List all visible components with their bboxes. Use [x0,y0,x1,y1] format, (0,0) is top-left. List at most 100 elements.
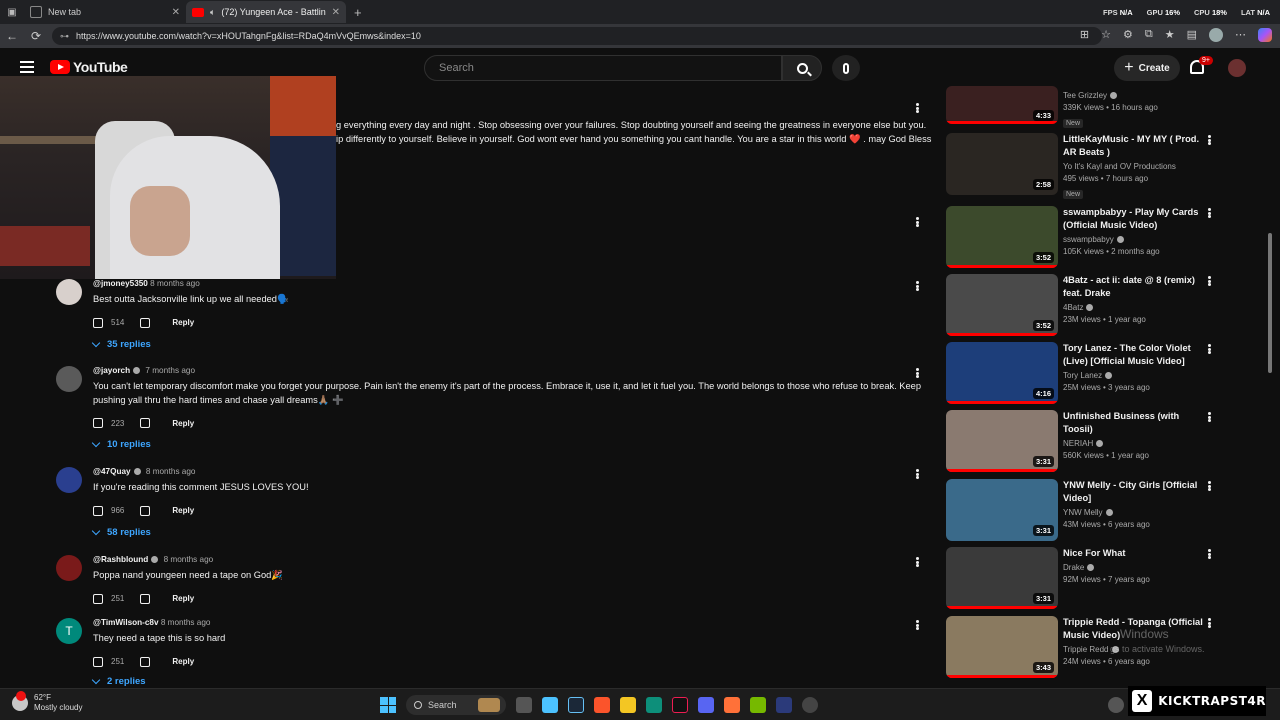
reply-button[interactable]: Reply [172,594,194,603]
comment-more-icon[interactable] [912,555,922,569]
like-icon[interactable] [93,418,103,428]
video-title[interactable]: sswampbabyy - Play My Cards (Official Mu… [1063,206,1203,232]
video-title[interactable]: Tory Lanez - The Color Violet (Live) [Of… [1063,342,1203,368]
comment-avatar[interactable] [56,366,82,392]
comment-time[interactable]: 8 months ago [161,618,211,627]
discord-icon[interactable] [698,697,714,713]
split-screen-icon[interactable]: ⧉ [1145,28,1153,42]
profile-avatar[interactable] [1209,28,1223,42]
copilot-icon[interactable] [1258,28,1272,42]
apps-icon[interactable]: ⊞ [1080,28,1089,42]
video-title[interactable]: Nice For What [1063,547,1203,560]
dislike-icon[interactable] [140,593,151,604]
view-replies-button[interactable]: 58 replies [91,526,933,538]
comment-author[interactable]: @jayorch [93,366,130,375]
comment-more-icon[interactable] [912,215,922,229]
comment-time[interactable]: 8 months ago [146,467,196,476]
video-more-icon[interactable] [1204,410,1214,424]
video-title[interactable]: Unfinished Business (with Toosii) [1063,410,1203,436]
like-icon[interactable] [93,593,103,604]
new-tab-button[interactable]: + [354,5,362,20]
firefox-icon[interactable] [724,697,740,713]
weather-widget[interactable]: 62°F Mostly cloudy [12,691,82,713]
video-thumbnail[interactable]: 3:31 [946,547,1058,609]
video-more-icon[interactable] [1204,342,1214,356]
like-icon[interactable] [93,505,103,516]
app-icon[interactable] [776,697,792,713]
video-thumbnail[interactable]: 3:43 [946,616,1058,678]
comment-time[interactable]: 8 months ago [150,279,200,288]
like-icon[interactable] [93,656,103,667]
youtube-logo[interactable]: YouTube [50,59,128,75]
video-title[interactable]: 4Batz - act ii: date @ 8 (remix) feat. D… [1063,274,1203,300]
video-channel[interactable]: sswampbabyy [1063,235,1114,244]
video-title[interactable]: YNW Melly - City Girls [Official Video] [1063,479,1203,505]
dislike-icon[interactable] [140,656,151,667]
dislike-icon[interactable] [140,418,151,428]
video-title[interactable]: LittleKayMusic - MY MY ( Prod. AR Beats … [1063,133,1203,159]
speaker-icon[interactable]: 🔈︎ [210,7,215,18]
comment-time[interactable]: 8 months ago [164,555,214,564]
voice-search-button[interactable] [832,55,860,81]
comment-author[interactable]: @Rashblound [93,555,148,564]
url-field[interactable]: ⊶ https://www.youtube.com/watch?v=xHOUTa… [52,27,1102,45]
collections-icon[interactable]: ▤ [1187,28,1197,42]
view-replies-button[interactable]: 10 replies [91,438,933,450]
comment-author[interactable]: @jmoney5350 [93,279,148,288]
video-channel[interactable]: Yo It's Kayl and OV Productions [1063,162,1203,171]
refresh-icon[interactable]: ⟳ [24,29,48,43]
video-thumbnail[interactable]: 2:58 [946,133,1058,195]
close-tab-icon[interactable]: ✕ [332,7,340,18]
edge-icon[interactable] [646,697,662,713]
video-thumbnail[interactable]: 4:33 [946,86,1058,124]
file-explorer-icon[interactable] [620,697,636,713]
menu-icon[interactable] [20,61,34,73]
brave-icon[interactable] [594,697,610,713]
tiktok-icon[interactable] [672,697,688,713]
steam-icon[interactable] [568,697,584,713]
video-more-icon[interactable] [1204,616,1214,630]
video-thumbnail[interactable]: 3:31 [946,479,1058,541]
search-input[interactable]: Search [424,55,782,81]
close-tab-icon[interactable]: ✕ [172,7,180,18]
reply-button[interactable]: Reply [172,657,194,666]
video-channel[interactable]: NERIAH [1063,439,1093,448]
comment-avatar[interactable] [56,279,82,305]
reply-button[interactable]: Reply [172,506,194,515]
comment-avatar[interactable]: T [56,618,82,644]
comment-more-icon[interactable] [912,467,922,481]
video-thumbnail[interactable]: 4:16 [946,342,1058,404]
scrollbar-thumb[interactable] [1268,233,1272,373]
video-more-icon[interactable] [1204,206,1214,220]
comment-avatar[interactable] [56,555,82,581]
more-icon[interactable]: ⋯ [1235,28,1246,42]
task-view-icon[interactable] [516,697,532,713]
video-channel[interactable]: 4Batz [1063,303,1083,312]
comment-time[interactable]: 7 months ago [145,366,195,375]
tab-new-tab[interactable]: New tab ✕ [24,1,186,23]
site-info-icon[interactable]: ⊶ [60,31,69,42]
comment-more-icon[interactable] [912,101,922,115]
taskbar-search[interactable]: Search [406,695,506,715]
widgets-icon[interactable] [542,697,558,713]
tray-icon[interactable] [1108,697,1124,713]
video-more-icon[interactable] [1204,479,1214,493]
search-button[interactable] [782,55,822,81]
video-thumbnail[interactable]: 3:52 [946,274,1058,336]
video-more-icon[interactable] [1204,547,1214,561]
reply-button[interactable]: Reply [172,318,194,327]
create-button[interactable]: + Create [1114,55,1180,81]
view-replies-button[interactable]: 2 replies [91,675,933,687]
video-channel[interactable]: Tory Lanez [1063,371,1102,380]
tab-youtube[interactable]: 🔈︎ (72) Yungeen Ace - Battling G ✕ [186,1,346,23]
video-more-icon[interactable] [1204,274,1214,288]
extensions-icon[interactable]: ⚙ [1123,28,1133,42]
view-replies-button[interactable]: 35 replies [91,338,933,350]
dislike-icon[interactable] [140,505,151,516]
comment-more-icon[interactable] [912,618,922,632]
back-icon[interactable]: ← [0,29,24,43]
dislike-icon[interactable] [140,317,151,328]
comment-more-icon[interactable] [912,366,922,380]
video-thumbnail[interactable]: 3:31 [946,410,1058,472]
like-icon[interactable] [93,317,103,328]
